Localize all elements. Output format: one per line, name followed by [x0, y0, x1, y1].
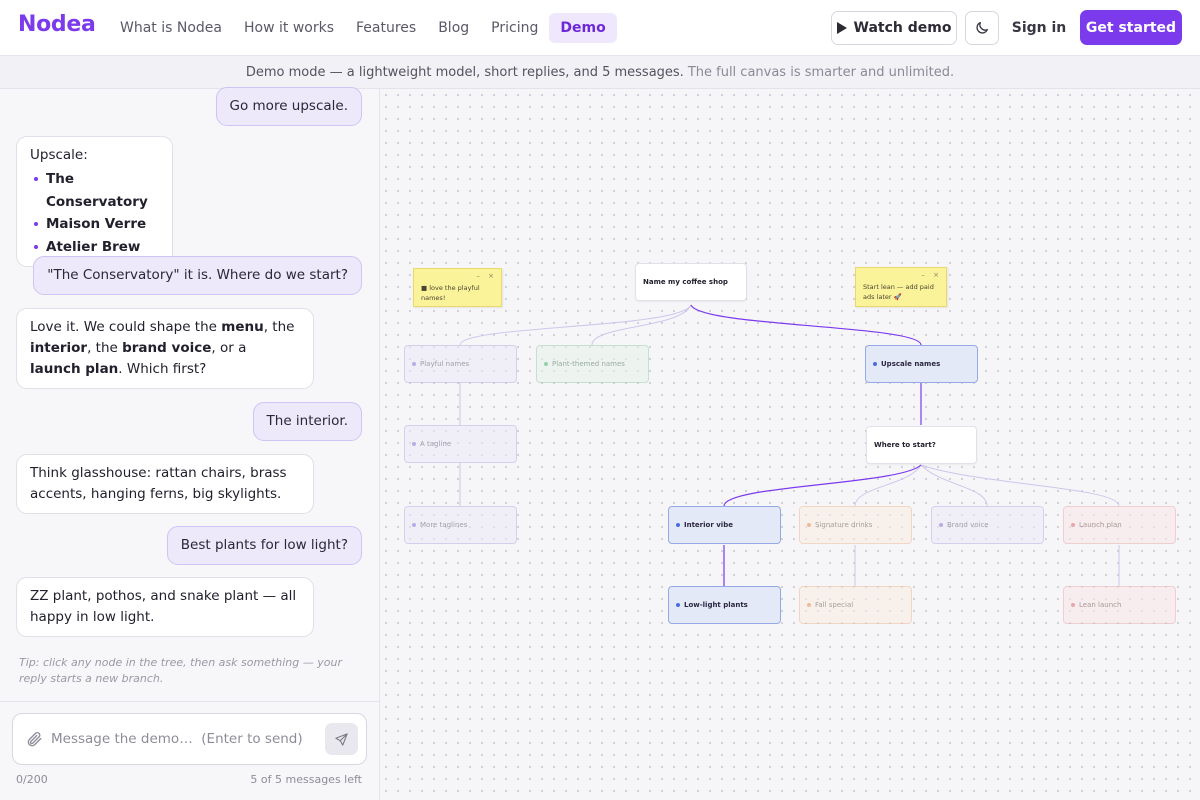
tree-node-where-to-start[interactable]: Where to start?: [866, 426, 977, 464]
nav-link-how-it-works[interactable]: How it works: [233, 13, 345, 43]
list-item: The Conservatory: [30, 168, 159, 213]
edge-root-playful: [459, 304, 692, 346]
sticky-note[interactable]: – × ■ love the playful names!: [413, 268, 502, 307]
node-dot-icon: [939, 523, 943, 527]
nav-link-blog[interactable]: Blog: [427, 13, 480, 43]
tree-node-brand-voice[interactable]: Brand voice: [931, 506, 1044, 544]
nav-links: What is Nodea How it works Features Blog…: [109, 12, 617, 44]
node-dot-icon: [1071, 523, 1075, 527]
node-dot-icon: [873, 362, 877, 366]
user-message: The interior.: [252, 402, 362, 441]
bot-message-intro: Upscale:: [30, 147, 88, 163]
moon-icon: [976, 22, 988, 34]
list-item: Atelier Brew: [30, 236, 159, 259]
edge-where-launch: [920, 464, 1120, 507]
watch-demo-button[interactable]: Watch demo: [831, 11, 957, 45]
send-icon: [335, 732, 348, 746]
tree-node-tagline[interactable]: A tagline: [404, 425, 517, 463]
get-started-button[interactable]: Get started: [1080, 10, 1182, 45]
sticky-note-text: Start lean — add paid ads later 🚀: [863, 283, 934, 301]
nav-link-features[interactable]: Features: [345, 13, 427, 43]
send-button[interactable]: [325, 723, 358, 755]
play-icon: [836, 22, 847, 34]
bot-message: Think glasshouse: rattan chairs, brass a…: [16, 454, 314, 514]
node-dot-icon: [412, 442, 416, 446]
banner-main-text: Demo mode — a lightweight model, short r…: [245, 64, 684, 80]
bot-message: ZZ plant, pothos, and snake plant — all …: [16, 577, 314, 637]
edge-root-upscale: [690, 304, 922, 346]
edge-root-plant: [591, 304, 692, 346]
sticky-marker-icon: ■: [421, 284, 428, 292]
tree-node-plant-themed-names[interactable]: Plant-themed names: [536, 345, 649, 383]
tree-node-interior-vibe[interactable]: Interior vibe: [668, 506, 781, 544]
sticky-controls[interactable]: – ×: [476, 271, 497, 281]
node-dot-icon: [807, 523, 811, 527]
tree-node-root[interactable]: Name my coffee shop: [635, 263, 747, 301]
node-dot-icon: [807, 603, 811, 607]
tree-node-low-light-plants[interactable]: Low-light plants: [668, 586, 781, 624]
sticky-controls[interactable]: – ×: [921, 270, 942, 280]
node-dot-icon: [1071, 603, 1075, 607]
branch-tip: Tip: click any node in the tree, then as…: [19, 656, 342, 685]
list-item: Maison Verre: [30, 213, 159, 236]
message-input[interactable]: [51, 724, 321, 754]
node-dot-icon: [412, 523, 416, 527]
bot-message: Upscale: The Conservatory Maison Verre A…: [16, 136, 173, 267]
sign-in-button[interactable]: Sign in: [1010, 11, 1068, 45]
tree-node-more-taglines[interactable]: More taglines: [404, 506, 517, 544]
node-dot-icon: [676, 523, 680, 527]
tree-node-launch-plan[interactable]: Launch plan: [1063, 506, 1176, 544]
mind-map-canvas[interactable]: – × ■ love the playful names! – × Start …: [380, 89, 1200, 800]
chat-panel: Go more upscale. Upscale: The Conservato…: [0, 87, 380, 800]
top-nav: Nodea What is Nodea How it works Feature…: [0, 0, 1200, 56]
demo-mode-banner: Demo mode — a lightweight model, short r…: [0, 56, 1200, 89]
node-dot-icon: [544, 362, 548, 366]
sticky-note[interactable]: – × Start lean — add paid ads later 🚀: [855, 267, 947, 307]
logo[interactable]: Nodea: [18, 12, 96, 37]
user-message: Best plants for low light?: [166, 526, 362, 565]
tree-node-lean-launch[interactable]: Lean launch: [1063, 586, 1176, 624]
character-counter: 0/200: [16, 773, 48, 786]
edge-where-interior: [723, 464, 922, 507]
theme-toggle-button[interactable]: [965, 11, 999, 45]
tree-node-signature-drinks[interactable]: Signature drinks: [799, 506, 912, 544]
nav-link-demo[interactable]: Demo: [549, 13, 617, 43]
banner-secondary-text: The full canvas is smarter and unlimited…: [687, 64, 955, 80]
tree-node-upscale-names[interactable]: Upscale names: [865, 345, 978, 383]
user-message: Go more upscale.: [215, 87, 362, 126]
bot-message: Love it. We could shape the menu, the in…: [16, 308, 314, 389]
node-dot-icon: [676, 603, 680, 607]
user-message: "The Conservatory" it is. Where do we st…: [33, 256, 362, 295]
edge-where-signature: [854, 464, 922, 507]
name-list: The Conservatory Maison Verre Atelier Br…: [30, 168, 159, 258]
edge-where-brand: [920, 464, 988, 507]
composer-divider: [0, 701, 380, 702]
nav-link-what-is-nodea[interactable]: What is Nodea: [109, 13, 233, 43]
messages-left-counter: 5 of 5 messages left: [250, 773, 362, 786]
paperclip-icon[interactable]: [25, 730, 43, 748]
node-dot-icon: [412, 362, 416, 366]
tree-node-playful-names[interactable]: Playful names: [404, 345, 517, 383]
watch-demo-label: Watch demo: [853, 20, 952, 36]
sticky-note-text: love the playful names!: [421, 284, 480, 302]
tree-node-fall-special[interactable]: Fall special: [799, 586, 912, 624]
message-composer: [12, 713, 367, 765]
nav-link-pricing[interactable]: Pricing: [480, 13, 549, 43]
